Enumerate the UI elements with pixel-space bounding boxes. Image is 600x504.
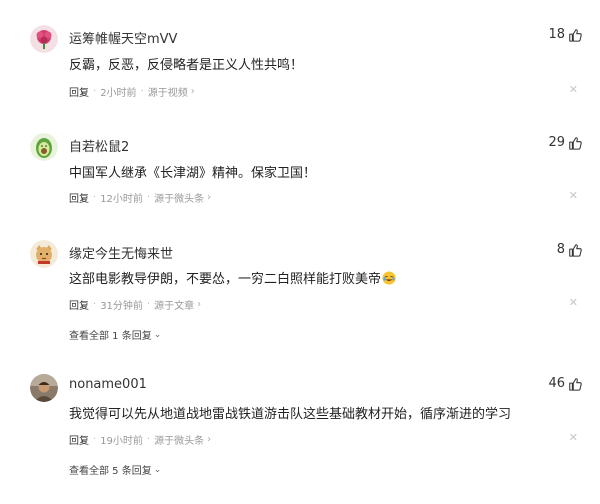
like-count: 18 — [548, 27, 565, 42]
comment-source[interactable]: 源于文章 — [154, 297, 194, 312]
separator-dot: · — [93, 299, 97, 310]
separator-dot: · — [93, 86, 97, 97]
reply-button[interactable]: 回复 — [69, 190, 89, 205]
chevron-down-icon: ⌄ — [153, 464, 162, 475]
pink-flower-avatar-icon — [30, 25, 58, 53]
avocado-avatar-icon — [30, 133, 58, 161]
chevron-right-icon: › — [190, 86, 195, 97]
comment-username[interactable]: 运筹帷幄天空mVV — [69, 28, 177, 47]
like-button[interactable]: 8 — [557, 242, 582, 257]
thumbs-up-icon — [569, 377, 582, 391]
comment-username[interactable]: noname001 — [69, 377, 147, 392]
like-button[interactable]: 46 — [548, 376, 582, 391]
comment-text: 反霸，反恶，反侵略者是正义人性共鸣！ — [69, 58, 304, 73]
view-replies-label: 查看全部 5 条回复 — [69, 466, 152, 477]
like-button[interactable]: 29 — [548, 135, 582, 150]
comment-text: 中国军人继承《长津湖》精神。保家卫国！ — [69, 166, 317, 181]
separator-dot: · — [140, 86, 144, 97]
laughing-crying-emoji-icon — [382, 271, 396, 285]
view-all-replies-button[interactable]: 查看全部 5 条回复 ⌄ — [69, 462, 162, 478]
comment-username[interactable]: 缘定今生无悔来世 — [69, 243, 173, 262]
thumbs-up-icon — [569, 136, 582, 150]
like-count: 8 — [556, 242, 565, 257]
comment-text: 这部电影教导伊朗，不要怂，一穷二白照样能打败美帝 — [69, 268, 396, 287]
separator-dot: · — [146, 192, 151, 203]
like-button[interactable]: 18 — [548, 27, 582, 42]
comment-source[interactable]: 源于视频 — [148, 84, 188, 99]
user-avatar[interactable] — [30, 25, 58, 53]
comment-time: 31分钟前 — [100, 301, 143, 312]
like-count: 29 — [548, 135, 565, 150]
comment-meta: 回复 · 2小时前 · 源于视频 › — [69, 84, 195, 99]
thumbs-up-icon — [569, 28, 582, 42]
cat-avatar-icon — [30, 240, 58, 268]
person-photo-avatar-icon — [30, 374, 58, 402]
close-icon[interactable]: ✕ — [569, 297, 578, 308]
comment-time: 19小时前 — [100, 436, 143, 447]
close-icon[interactable]: ✕ — [569, 190, 578, 201]
user-avatar[interactable] — [30, 374, 58, 402]
close-icon[interactable]: ✕ — [569, 84, 578, 95]
comment-meta: 回复 · 19小时前 · 源于微头条 › — [69, 432, 211, 447]
close-icon[interactable]: ✕ — [569, 432, 578, 443]
comment-meta: 回复 · 31分钟前 · 源于文章 › — [69, 297, 201, 312]
view-replies-label: 查看全部 1 条回复 — [69, 331, 152, 342]
thumbs-up-icon — [569, 243, 582, 257]
comment-source[interactable]: 源于微头条 — [154, 432, 204, 447]
comment-text: 我觉得可以先从地道战地雷战铁道游击队这些基础教材开始，循序渐进的学习 — [69, 407, 512, 422]
chevron-right-icon: › — [197, 299, 202, 310]
comment-username[interactable]: 自若松鼠2 — [69, 136, 129, 155]
like-count: 46 — [548, 376, 565, 391]
user-avatar[interactable] — [30, 240, 58, 268]
user-avatar[interactable] — [30, 133, 58, 161]
chevron-right-icon: › — [207, 192, 212, 203]
view-all-replies-button[interactable]: 查看全部 1 条回复 ⌄ — [69, 327, 162, 343]
reply-button[interactable]: 回复 — [69, 432, 89, 447]
separator-dot: · — [93, 434, 97, 445]
comment-meta: 回复 · 12小时前 · 源于微头条 › — [69, 190, 211, 205]
separator-dot: · — [146, 434, 151, 445]
chevron-right-icon: › — [207, 434, 212, 445]
separator-dot: · — [146, 299, 151, 310]
chevron-down-icon: ⌄ — [153, 329, 162, 340]
reply-button[interactable]: 回复 — [69, 297, 89, 312]
comment-time: 12小时前 — [100, 194, 143, 205]
comment-time: 2小时前 — [100, 88, 137, 99]
separator-dot: · — [93, 192, 97, 203]
reply-button[interactable]: 回复 — [69, 84, 89, 99]
comment-text-body: 这部电影教导伊朗，不要怂，一穷二白照样能打败美帝 — [69, 272, 382, 287]
comment-source[interactable]: 源于微头条 — [154, 190, 204, 205]
